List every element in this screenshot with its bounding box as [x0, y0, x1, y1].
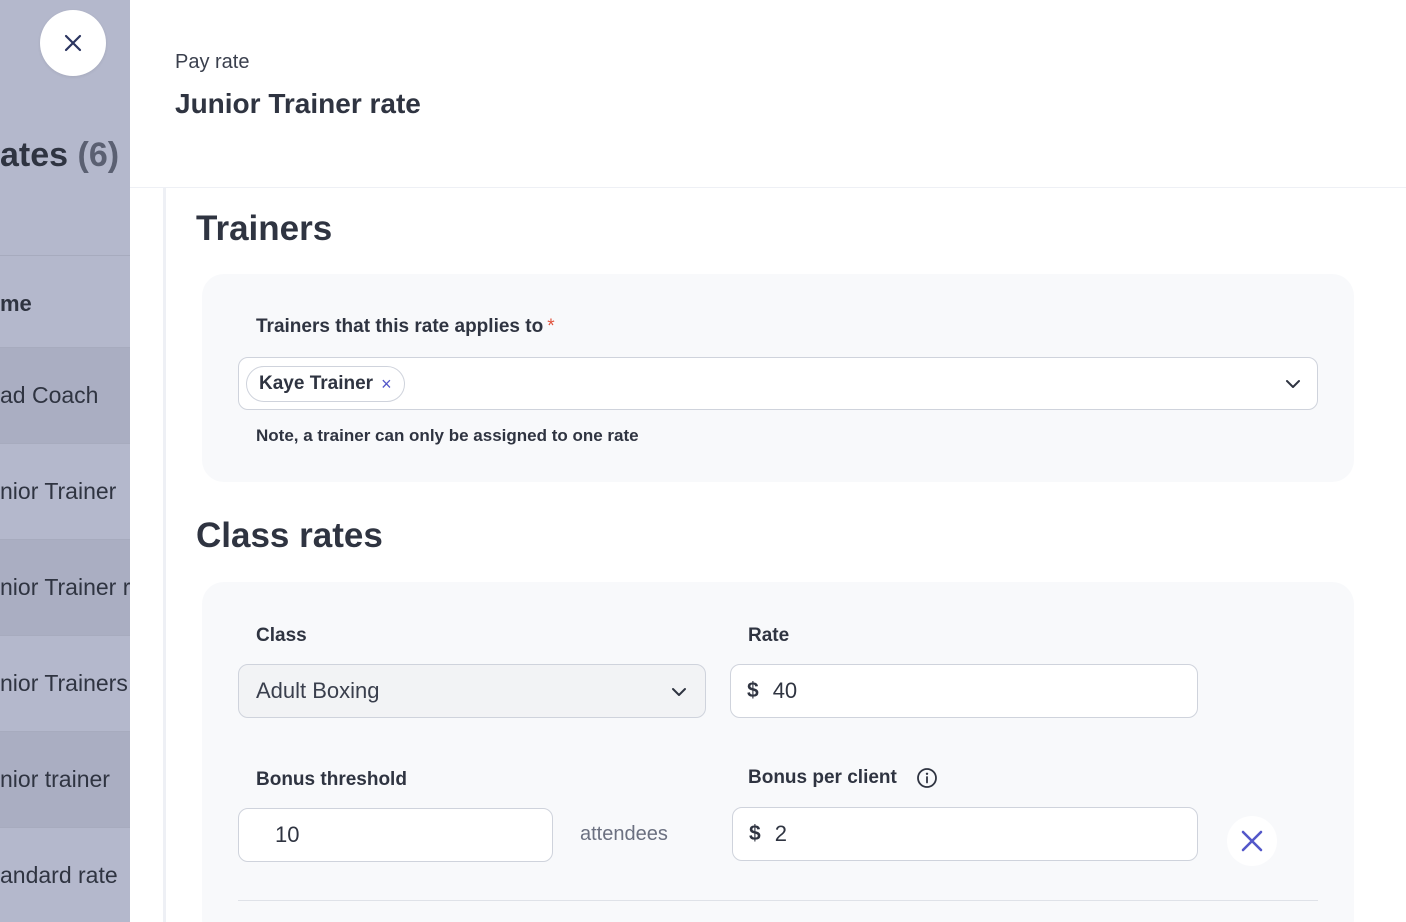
background-list-item-label: ad Coach: [0, 382, 99, 408]
background-list-item-label: nior trainer: [0, 766, 110, 792]
trainers-note: Note, a trainer can only be assigned to …: [256, 426, 639, 445]
required-mark: *: [547, 316, 555, 337]
class-rates-card: Class Rate Adult Boxing $ 40 Bonus thres…: [202, 582, 1354, 922]
background-list-item[interactable]: nior Trainer r: [0, 539, 130, 635]
trainers-field-label: Trainers that this rate applies to *: [256, 316, 555, 338]
background-title-count: (6): [77, 136, 120, 174]
bonus-per-client-value: 2: [774, 821, 787, 846]
rate-input[interactable]: $ 40: [730, 664, 1198, 718]
trainers-card: Trainers that this rate applies to * Kaye…: [202, 274, 1354, 482]
chevron-down-icon[interactable]: [1284, 375, 1302, 393]
rate-label: Rate: [748, 625, 790, 646]
class-select[interactable]: Adult Boxing: [238, 664, 706, 718]
remove-class-rate-button[interactable]: [1227, 816, 1277, 866]
close-icon: [1241, 830, 1263, 852]
class-label: Class: [256, 625, 307, 646]
class-rate-divider: [238, 900, 1318, 901]
background-page-title: ates (6): [0, 136, 119, 175]
drawer-title: Junior Trainer rate: [175, 88, 421, 119]
close-drawer-button[interactable]: [40, 10, 106, 76]
class-select-value: Adult Boxing: [256, 678, 380, 703]
bonus-threshold-label: Bonus threshold: [256, 769, 407, 790]
bonus-threshold-value: 10: [275, 822, 300, 847]
background-list-item-label: nior Trainers: [0, 670, 128, 696]
trainers-section-title: Trainers: [196, 209, 333, 248]
chip-remove-icon[interactable]: ×: [381, 374, 392, 395]
rate-input-value: 40: [772, 678, 798, 703]
trainer-chip-label: Kaye Trainer: [259, 373, 374, 394]
drawer-header: Pay rate Junior Trainer rate: [130, 0, 1406, 188]
background-list-item-label: nior Trainer: [0, 478, 117, 504]
bonus-per-client-label: Bonus per client: [748, 767, 897, 788]
close-icon: [64, 34, 82, 52]
info-icon[interactable]: [916, 767, 938, 789]
bonus-per-client-input[interactable]: $ 2: [732, 807, 1198, 861]
drawer-eyebrow: Pay rate: [175, 51, 250, 73]
background-list-item[interactable]: nior trainer: [0, 731, 130, 827]
pay-rate-drawer: Pay rate Junior Trainer rate Trainers Tr…: [130, 0, 1406, 922]
background-list-item-label: nior Trainer r: [0, 574, 130, 600]
trainer-chip: Kaye Trainer ×: [246, 366, 405, 402]
currency-symbol: $: [749, 822, 761, 845]
background-list-item-label: andard rate: [0, 862, 118, 888]
bonus-threshold-input[interactable]: 10: [238, 808, 553, 862]
background-list-item[interactable]: ad Coach: [0, 347, 130, 443]
chevron-down-icon: [672, 688, 686, 696]
background-title-text: ates: [0, 136, 69, 174]
background-column-header: me: [0, 255, 130, 351]
background-list-item[interactable]: nior Trainers: [0, 635, 130, 731]
background-column-header-label: me: [0, 290, 32, 316]
drawer-divider: [163, 188, 166, 922]
bonus-threshold-suffix: attendees: [580, 823, 668, 845]
trainers-field-label-text: Trainers that this rate applies to: [256, 316, 544, 337]
background-list-item[interactable]: nior Trainer: [0, 443, 130, 539]
background-rates-panel: ates (6) me ad Coach nior Trainer nior T…: [0, 0, 130, 922]
trainers-multiselect[interactable]: Kaye Trainer ×: [238, 357, 1318, 410]
currency-symbol: $: [747, 679, 759, 702]
background-list-item[interactable]: andard rate: [0, 827, 130, 922]
class-rates-section-title: Class rates: [196, 516, 383, 555]
